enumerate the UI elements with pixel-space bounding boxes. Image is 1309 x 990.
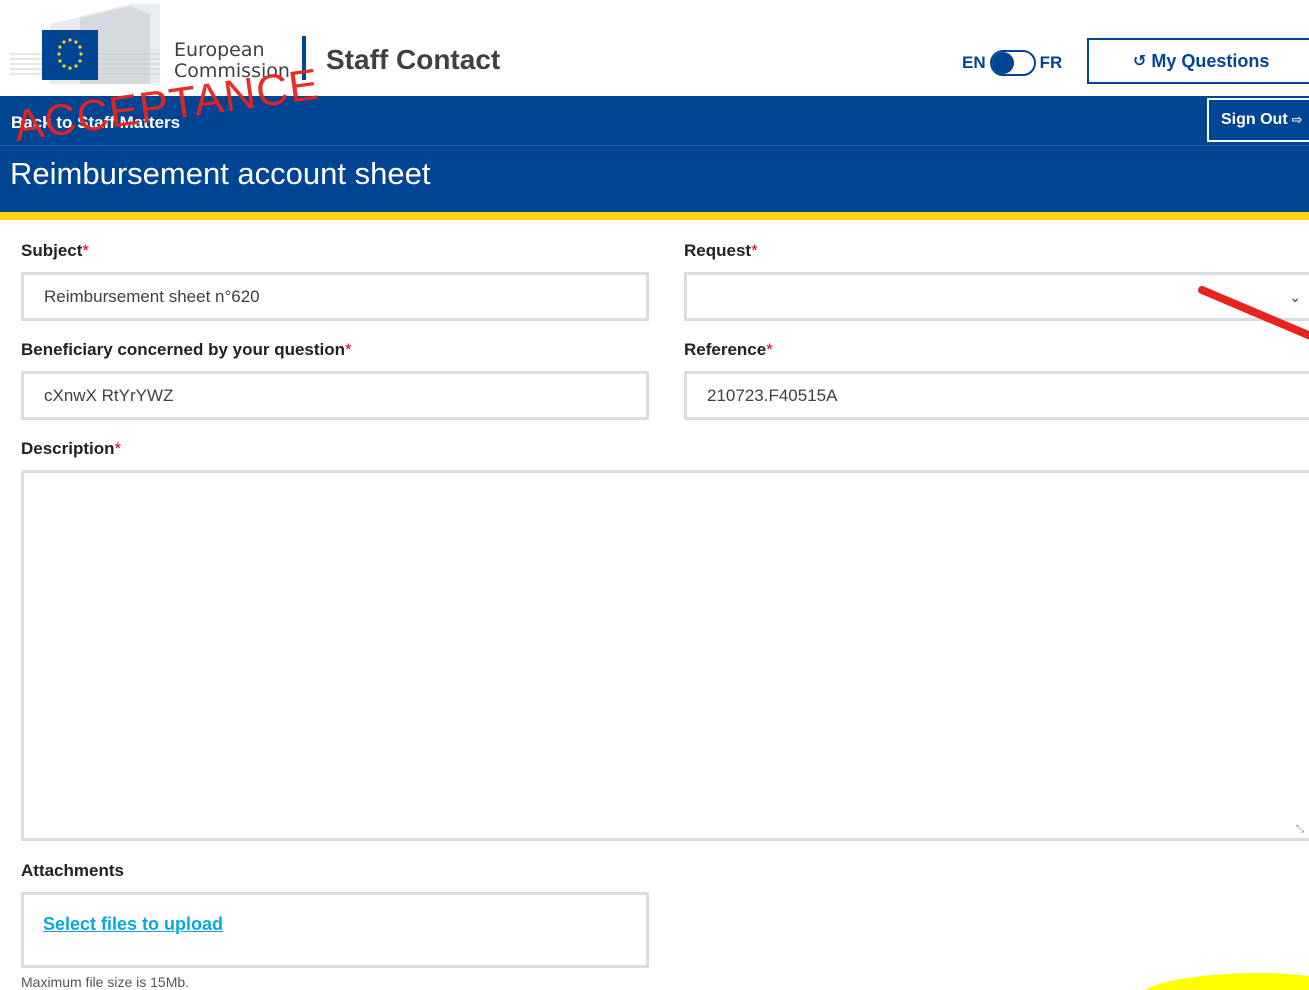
required-mark: * <box>751 241 758 260</box>
history-icon: ↺ <box>1133 53 1147 70</box>
sign-out-icon: ⇨ <box>1291 112 1303 127</box>
lang-en-label[interactable]: EN <box>962 53 986 73</box>
subject-label: Subject* <box>21 241 89 261</box>
required-mark: * <box>82 241 90 260</box>
language-switcher: EN FR <box>962 50 1062 76</box>
reference-value: 210723.F40515A <box>707 385 838 405</box>
ec-logo[interactable] <box>10 4 170 84</box>
required-mark: * <box>114 439 122 458</box>
logo-line-1: European <box>174 39 265 61</box>
banner-divider <box>0 145 1309 146</box>
beneficiary-value: cXnwX RtYrYWZ <box>44 385 174 405</box>
max-file-size-hint: Maximum file size is 15Mb. <box>21 974 190 990</box>
resize-handle-icon[interactable]: ⤡ <box>1296 824 1304 835</box>
description-label: Description* <box>21 439 121 459</box>
required-mark: * <box>345 340 352 359</box>
request-label: Request* <box>684 241 758 261</box>
my-questions-label: My Questions <box>1151 50 1270 71</box>
site-title: Staff Contact <box>326 44 501 75</box>
accent-stripe <box>0 212 1309 220</box>
my-questions-button[interactable]: ↺ My Questions <box>1087 38 1309 84</box>
toggle-knob <box>991 52 1014 74</box>
description-label-text: Description <box>21 439 115 458</box>
language-toggle[interactable] <box>989 50 1036 76</box>
required-mark: * <box>766 340 773 359</box>
highlight-mark <box>1140 973 1309 990</box>
beneficiary-label-text: Beneficiary concerned by your question <box>21 340 346 359</box>
reference-label-text: Reference <box>684 340 767 359</box>
beneficiary-label: Beneficiary concerned by your question* <box>21 340 352 360</box>
subject-label-text: Subject <box>21 241 83 260</box>
reference-input[interactable]: 210723.F40515A <box>684 371 1309 420</box>
subject-input[interactable]: Reimbursement sheet n°620 <box>21 272 649 321</box>
attachments-label: Attachments <box>21 861 124 880</box>
request-label-text: Request <box>684 241 752 260</box>
page-title: Reimbursement account sheet <box>10 156 431 191</box>
select-files-link[interactable]: Select files to upload <box>43 914 223 935</box>
annotation-arrow <box>1198 286 1309 340</box>
description-textarea[interactable]: ⤡ <box>21 470 1309 841</box>
sign-out-button[interactable]: Sign Out ⇨ <box>1207 98 1309 142</box>
subject-value: Reimbursement sheet n°620 <box>44 286 260 306</box>
beneficiary-input[interactable]: cXnwX RtYrYWZ <box>21 371 649 420</box>
lang-fr-label[interactable]: FR <box>1040 53 1063 73</box>
sign-out-label: Sign Out <box>1221 111 1288 128</box>
reference-label: Reference* <box>684 340 773 360</box>
